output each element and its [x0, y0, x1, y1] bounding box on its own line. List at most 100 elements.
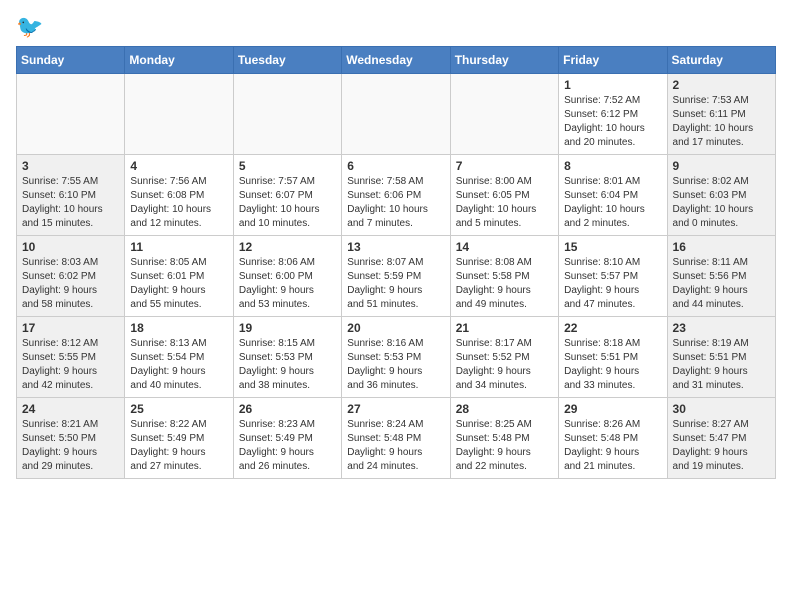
day-info: Sunrise: 7:53 AM Sunset: 6:11 PM Dayligh… — [673, 94, 770, 150]
calendar-cell: 7Sunrise: 8:00 AM Sunset: 6:05 PM Daylig… — [450, 155, 558, 236]
calendar-cell: 25 Sunrise: 8:22 AM Sunset: 5:49 PM Dayli… — [125, 398, 233, 479]
day-number: 18 — [130, 321, 227, 335]
calendar-cell: 15 Sunrise: 8:10 AM Sunset: 5:57 PM Dayli… — [559, 236, 667, 317]
header-sunday: Sunday — [17, 47, 125, 74]
day-number: 29 — [564, 402, 661, 416]
calendar-week-4: 17 Sunrise: 8:12 AM Sunset: 5:55 PM Dayli… — [17, 317, 776, 398]
calendar-cell: 12Sunrise: 8:06 AM Sunset: 6:00 PM Dayli… — [233, 236, 341, 317]
day-info: Sunrise: 8:23 AM Sunset: 5:49 PM Dayligh… — [239, 418, 336, 474]
day-number: 27 — [347, 402, 444, 416]
calendar-cell: 23 Sunrise: 8:19 AM Sunset: 5:51 PM Dayli… — [667, 317, 775, 398]
calendar-cell — [450, 74, 558, 155]
calendar-cell: 29 Sunrise: 8:26 AM Sunset: 5:48 PM Dayli… — [559, 398, 667, 479]
day-info: Sunrise: 8:17 AM Sunset: 5:52 PM Dayligh… — [456, 337, 553, 393]
day-number: 1 — [564, 78, 661, 92]
calendar-week-3: 10 Sunrise: 8:03 AM Sunset: 6:02 PM Dayli… — [17, 236, 776, 317]
day-number: 23 — [673, 321, 770, 335]
day-number: 19 — [239, 321, 336, 335]
day-number: 22 — [564, 321, 661, 335]
header-saturday: Saturday — [667, 47, 775, 74]
calendar-cell: 2 Sunrise: 7:53 AM Sunset: 6:11 PM Daylig… — [667, 74, 775, 155]
calendar-cell: 5 Sunrise: 7:57 AM Sunset: 6:07 PM Daylig… — [233, 155, 341, 236]
day-number: 15 — [564, 240, 661, 254]
day-number: 25 — [130, 402, 227, 416]
day-info: Sunrise: 8:18 AM Sunset: 5:51 PM Dayligh… — [564, 337, 661, 393]
day-number: 2 — [673, 78, 770, 92]
day-info: Sunrise: 8:21 AM Sunset: 5:50 PM Dayligh… — [22, 418, 119, 474]
calendar-cell: 22 Sunrise: 8:18 AM Sunset: 5:51 PM Dayli… — [559, 317, 667, 398]
day-info: Sunrise: 7:57 AM Sunset: 6:07 PM Dayligh… — [239, 175, 336, 231]
day-info: Sunrise: 7:58 AM Sunset: 6:06 PM Dayligh… — [347, 175, 444, 231]
logo-bird-icon: 🐦 — [16, 16, 43, 38]
logo: 🐦 — [16, 16, 43, 38]
day-info: Sunrise: 8:24 AM Sunset: 5:48 PM Dayligh… — [347, 418, 444, 474]
calendar-cell — [233, 74, 341, 155]
calendar-cell: 11Sunrise: 8:05 AM Sunset: 6:01 PM Dayli… — [125, 236, 233, 317]
day-number: 21 — [456, 321, 553, 335]
calendar-cell: 8Sunrise: 8:01 AM Sunset: 6:04 PM Daylig… — [559, 155, 667, 236]
day-info: Sunrise: 8:03 AM Sunset: 6:02 PM Dayligh… — [22, 256, 119, 312]
day-number: 6 — [347, 159, 444, 173]
calendar-cell: 4Sunrise: 7:56 AM Sunset: 6:08 PM Daylig… — [125, 155, 233, 236]
calendar-cell: 28Sunrise: 8:25 AM Sunset: 5:48 PM Dayli… — [450, 398, 558, 479]
header-thursday: Thursday — [450, 47, 558, 74]
day-info: Sunrise: 7:55 AM Sunset: 6:10 PM Dayligh… — [22, 175, 119, 231]
calendar-week-5: 24Sunrise: 8:21 AM Sunset: 5:50 PM Dayli… — [17, 398, 776, 479]
calendar-header-row: SundayMondayTuesdayWednesdayThursdayFrid… — [17, 47, 776, 74]
day-number: 4 — [130, 159, 227, 173]
header-wednesday: Wednesday — [342, 47, 450, 74]
calendar-table: SundayMondayTuesdayWednesdayThursdayFrid… — [16, 46, 776, 479]
day-info: Sunrise: 8:06 AM Sunset: 6:00 PM Dayligh… — [239, 256, 336, 312]
day-number: 3 — [22, 159, 119, 173]
day-info: Sunrise: 8:08 AM Sunset: 5:58 PM Dayligh… — [456, 256, 553, 312]
day-info: Sunrise: 7:52 AM Sunset: 6:12 PM Dayligh… — [564, 94, 661, 150]
day-number: 26 — [239, 402, 336, 416]
day-info: Sunrise: 8:10 AM Sunset: 5:57 PM Dayligh… — [564, 256, 661, 312]
calendar-cell: 24Sunrise: 8:21 AM Sunset: 5:50 PM Dayli… — [17, 398, 125, 479]
day-info: Sunrise: 8:22 AM Sunset: 5:49 PM Dayligh… — [130, 418, 227, 474]
day-info: Sunrise: 8:26 AM Sunset: 5:48 PM Dayligh… — [564, 418, 661, 474]
day-info: Sunrise: 8:12 AM Sunset: 5:55 PM Dayligh… — [22, 337, 119, 393]
day-number: 16 — [673, 240, 770, 254]
calendar-cell: 10 Sunrise: 8:03 AM Sunset: 6:02 PM Dayli… — [17, 236, 125, 317]
day-number: 20 — [347, 321, 444, 335]
calendar-cell: 19 Sunrise: 8:15 AM Sunset: 5:53 PM Dayli… — [233, 317, 341, 398]
calendar-cell: 16 Sunrise: 8:11 AM Sunset: 5:56 PM Dayli… — [667, 236, 775, 317]
day-info: Sunrise: 8:27 AM Sunset: 5:47 PM Dayligh… — [673, 418, 770, 474]
day-number: 10 — [22, 240, 119, 254]
day-number: 5 — [239, 159, 336, 173]
calendar-cell: 9 Sunrise: 8:02 AM Sunset: 6:03 PM Daylig… — [667, 155, 775, 236]
calendar-week-1: 1 Sunrise: 7:52 AM Sunset: 6:12 PM Daylig… — [17, 74, 776, 155]
calendar-cell: 14 Sunrise: 8:08 AM Sunset: 5:58 PM Dayli… — [450, 236, 558, 317]
day-info: Sunrise: 8:00 AM Sunset: 6:05 PM Dayligh… — [456, 175, 553, 231]
calendar-cell: 17 Sunrise: 8:12 AM Sunset: 5:55 PM Dayli… — [17, 317, 125, 398]
page-header: 🐦 — [16, 16, 776, 38]
day-number: 9 — [673, 159, 770, 173]
day-number: 8 — [564, 159, 661, 173]
day-info: Sunrise: 8:11 AM Sunset: 5:56 PM Dayligh… — [673, 256, 770, 312]
calendar-cell: 13Sunrise: 8:07 AM Sunset: 5:59 PM Dayli… — [342, 236, 450, 317]
day-number: 13 — [347, 240, 444, 254]
calendar-cell: 1 Sunrise: 7:52 AM Sunset: 6:12 PM Daylig… — [559, 74, 667, 155]
calendar-cell — [125, 74, 233, 155]
calendar-cell: 30Sunrise: 8:27 AM Sunset: 5:47 PM Dayli… — [667, 398, 775, 479]
calendar-cell: 6 Sunrise: 7:58 AM Sunset: 6:06 PM Daylig… — [342, 155, 450, 236]
day-info: Sunrise: 8:25 AM Sunset: 5:48 PM Dayligh… — [456, 418, 553, 474]
day-info: Sunrise: 8:13 AM Sunset: 5:54 PM Dayligh… — [130, 337, 227, 393]
calendar-cell: 27 Sunrise: 8:24 AM Sunset: 5:48 PM Dayli… — [342, 398, 450, 479]
day-number: 11 — [130, 240, 227, 254]
header-tuesday: Tuesday — [233, 47, 341, 74]
day-number: 14 — [456, 240, 553, 254]
day-info: Sunrise: 8:19 AM Sunset: 5:51 PM Dayligh… — [673, 337, 770, 393]
calendar-cell — [342, 74, 450, 155]
calendar-cell — [17, 74, 125, 155]
day-info: Sunrise: 8:15 AM Sunset: 5:53 PM Dayligh… — [239, 337, 336, 393]
day-number: 17 — [22, 321, 119, 335]
day-info: Sunrise: 8:02 AM Sunset: 6:03 PM Dayligh… — [673, 175, 770, 231]
calendar-cell: 21 Sunrise: 8:17 AM Sunset: 5:52 PM Dayli… — [450, 317, 558, 398]
header-friday: Friday — [559, 47, 667, 74]
calendar-week-2: 3 Sunrise: 7:55 AM Sunset: 6:10 PM Daylig… — [17, 155, 776, 236]
calendar-cell: 3 Sunrise: 7:55 AM Sunset: 6:10 PM Daylig… — [17, 155, 125, 236]
calendar-cell: 26 Sunrise: 8:23 AM Sunset: 5:49 PM Dayli… — [233, 398, 341, 479]
header-monday: Monday — [125, 47, 233, 74]
